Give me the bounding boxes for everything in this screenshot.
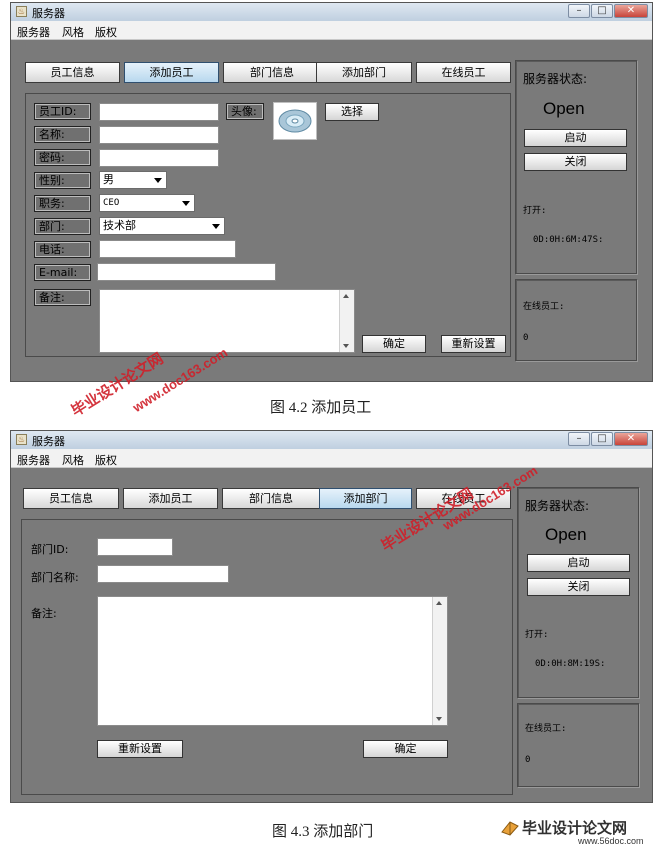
uptime-label: 打开: [525, 630, 549, 640]
menu-bar: 服务器 风格 版权 [11, 449, 652, 468]
tab-department-info[interactable]: 部门信息 [222, 488, 320, 509]
textarea-scrollbar[interactable] [339, 290, 354, 352]
chevron-down-icon [212, 224, 220, 229]
online-employees-panel [515, 279, 637, 361]
reset-button[interactable]: 重新设置 [97, 740, 183, 758]
label-remark: 备注: [34, 289, 91, 306]
server-status-title: 服务器状态: [525, 499, 590, 513]
gender-select[interactable]: 男 [99, 171, 167, 189]
chevron-down-icon [154, 178, 162, 183]
footer-logo-site-name: 毕业设计论文网 [522, 820, 628, 837]
avatar-image [273, 102, 317, 140]
tab-add-employee[interactable]: 添加员工 [124, 62, 219, 83]
dept-id-input[interactable] [97, 538, 173, 556]
reset-button[interactable]: 重新设置 [441, 335, 506, 353]
email-input[interactable] [97, 263, 276, 281]
label-gender: 性别: [34, 172, 91, 189]
cd-disc-icon [278, 109, 312, 133]
server-window-add-department: ♨ 服务器 – □ ✕ 服务器 风格 版权 员工信息 添加员工 部门信息 添加部门 … [10, 430, 653, 803]
stop-server-button[interactable]: 关闭 [524, 153, 627, 171]
java-app-icon: ♨ [16, 6, 27, 17]
menu-copyright[interactable]: 版权 [95, 452, 117, 468]
label-avatar: 头像: [226, 103, 264, 120]
scroll-down-icon [343, 344, 349, 348]
online-label: 在线员工: [523, 302, 565, 312]
textarea-scrollbar[interactable] [432, 597, 447, 725]
label-dept-name: 部门名称: [31, 571, 79, 584]
title-bar[interactable]: ♨ 服务器 – □ ✕ [11, 431, 652, 450]
menu-server[interactable]: 服务器 [17, 452, 50, 468]
tab-employee-info[interactable]: 员工信息 [23, 488, 119, 509]
label-employee-id: 员工ID: [34, 103, 91, 120]
chevron-down-icon [182, 201, 190, 206]
java-app-icon: ♨ [16, 434, 27, 445]
password-input[interactable] [99, 149, 219, 167]
uptime-label: 打开: [523, 206, 547, 216]
figure-caption-4-3: 图 4.3 添加部门 [272, 824, 374, 840]
label-name: 名称: [34, 126, 91, 143]
remark-textarea[interactable] [99, 289, 355, 353]
remark-textarea[interactable] [97, 596, 448, 726]
position-value: CEO [103, 198, 120, 208]
menu-bar: 服务器 风格 版权 [11, 21, 652, 40]
uptime-value: 0D:0H:6M:47S: [533, 235, 604, 245]
uptime-value: 0D:0H:8M:19S: [535, 659, 606, 669]
choose-avatar-button[interactable]: 选择 [325, 103, 379, 121]
book-logo-icon [500, 818, 520, 836]
figure-caption-4-2: 图 4.2 添加员工 [270, 400, 372, 416]
minimize-button[interactable]: – [568, 4, 590, 18]
tab-add-department[interactable]: 添加部门 [316, 62, 412, 83]
start-server-button[interactable]: 启动 [527, 554, 630, 572]
online-employees-panel [517, 703, 639, 787]
employee-id-input[interactable] [99, 103, 219, 121]
scroll-up-icon [436, 601, 442, 605]
tab-department-info[interactable]: 部门信息 [223, 62, 321, 83]
label-password: 密码: [34, 149, 91, 166]
online-count: 0 [523, 333, 529, 343]
title-bar[interactable]: ♨ 服务器 – □ ✕ [11, 3, 652, 22]
department-select[interactable]: 技术部 [99, 217, 225, 235]
menu-style[interactable]: 风格 [62, 24, 84, 40]
close-button[interactable]: ✕ [614, 4, 648, 18]
window-title: 服务器 [32, 7, 65, 20]
label-phone: 电话: [34, 241, 91, 258]
stop-server-button[interactable]: 关闭 [527, 578, 630, 596]
tab-add-employee[interactable]: 添加员工 [123, 488, 218, 509]
scroll-up-icon [343, 294, 349, 298]
server-status-title: 服务器状态: [523, 72, 588, 86]
maximize-button[interactable]: □ [591, 432, 613, 446]
footer-logo-url: www.56doc.com [578, 836, 644, 846]
name-input[interactable] [99, 126, 219, 144]
label-email: E-mail: [34, 264, 91, 281]
minimize-button[interactable]: – [568, 432, 590, 446]
label-position: 职务: [34, 195, 91, 212]
server-state: Open [543, 99, 585, 118]
tab-online-employees[interactable]: 在线员工 [416, 62, 511, 83]
start-server-button[interactable]: 启动 [524, 129, 627, 147]
phone-input[interactable] [99, 240, 236, 258]
window-title: 服务器 [32, 435, 65, 448]
tab-add-department[interactable]: 添加部门 [319, 488, 412, 509]
label-remark: 备注: [31, 607, 57, 620]
maximize-button[interactable]: □ [591, 4, 613, 18]
position-select[interactable]: CEO [99, 194, 195, 212]
menu-style[interactable]: 风格 [62, 452, 84, 468]
server-window-add-employee: ♨ 服务器 – □ ✕ 服务器 风格 版权 员工信息 添加员工 部门信息 添加部门 … [10, 2, 653, 382]
dept-name-input[interactable] [97, 565, 229, 583]
confirm-button[interactable]: 确定 [363, 740, 448, 758]
department-value: 技术部 [103, 219, 136, 232]
scroll-down-icon [436, 717, 442, 721]
online-label: 在线员工: [525, 724, 567, 734]
tab-employee-info[interactable]: 员工信息 [25, 62, 120, 83]
close-button[interactable]: ✕ [614, 432, 648, 446]
online-count: 0 [525, 755, 531, 765]
server-state: Open [545, 525, 587, 544]
label-department: 部门: [34, 218, 91, 235]
menu-server[interactable]: 服务器 [17, 24, 50, 40]
confirm-button[interactable]: 确定 [362, 335, 426, 353]
menu-copyright[interactable]: 版权 [95, 24, 117, 40]
label-dept-id: 部门ID: [31, 543, 69, 556]
gender-value: 男 [103, 173, 114, 186]
